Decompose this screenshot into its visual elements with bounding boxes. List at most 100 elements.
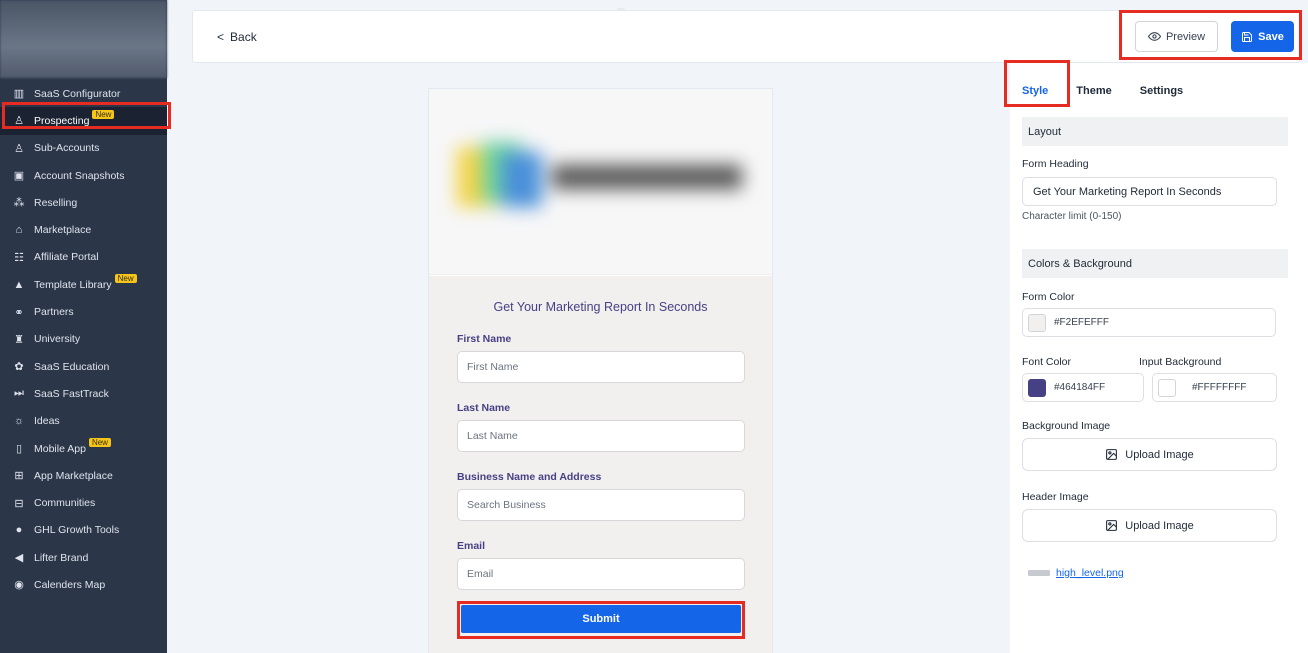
last-name-label: Last Name: [457, 402, 511, 414]
sidebar-item-label: Account Snapshots: [34, 169, 125, 182]
first-name-input[interactable]: First Name: [457, 351, 745, 383]
business-label: Business Name and Address: [457, 471, 602, 483]
sidebar-item-label: GHL Growth Tools: [34, 524, 120, 537]
calendar-icon: ◉: [14, 579, 24, 592]
sidebar-item-label: University: [34, 333, 81, 346]
font-color-picker[interactable]: #464184FF: [1022, 373, 1144, 402]
form-color-swatch: [1028, 313, 1046, 332]
file-name-link[interactable]: high_level.png: [1056, 567, 1124, 579]
sidebar-item-university[interactable]: ♜ University: [0, 326, 167, 353]
sidebar-item-label: SaaS FastTrack: [34, 387, 109, 400]
sidebar-item-label: Reselling: [34, 196, 78, 209]
template-icon: ▲: [13, 278, 25, 291]
form-color-value: #F2EFEFFF: [1054, 317, 1110, 328]
sidebar-item-label: Communities: [34, 497, 96, 510]
upload-header-image-button[interactable]: Upload Image: [1022, 509, 1277, 542]
sidebar-item-marketplace[interactable]: ⌂ Marketplace: [0, 216, 167, 243]
layout-section-header: Layout: [1022, 117, 1288, 146]
chart-icon: ▥: [13, 88, 25, 101]
grid-icon: ⊞: [14, 470, 24, 483]
sidebar-item-account-snapshots[interactable]: ▣ Account Snapshots: [0, 162, 167, 189]
sidebar-item-ideas[interactable]: ☼ Ideas: [0, 408, 167, 435]
image-icon: [1106, 520, 1118, 531]
form-heading-input[interactable]: Get Your Marketing Report In Seconds: [1022, 177, 1277, 206]
sidebar-item-label: SaaS Education: [34, 360, 110, 373]
sidebar-item-lifter-brand[interactable]: ◀ Lifter Brand: [0, 544, 167, 571]
circle-icon: ●: [15, 524, 23, 537]
form-preview-card: Get Your Marketing Report In Seconds Fir…: [428, 88, 773, 653]
sidebar-item-label: SaaS Configurator: [34, 87, 121, 100]
education-icon: ✿: [14, 361, 24, 374]
sidebar-nav: ▥ SaaS Configurator ♙ Prospecting New ♙ Sub-…: [0, 80, 167, 599]
new-badge: New: [114, 274, 137, 284]
file-thumbnail: [1028, 570, 1050, 576]
upload-background-image-button[interactable]: Upload Image: [1022, 438, 1277, 471]
header-image-label: Header Image: [1022, 491, 1089, 503]
sidebar-item-label: Lifter Brand: [34, 551, 89, 564]
sidebar-item-partners[interactable]: ⚭ Partners: [0, 298, 167, 325]
back-button[interactable]: < Back: [217, 30, 263, 44]
lightbulb-icon: ☼: [13, 415, 25, 428]
sidebar-item-communities[interactable]: ⊟ Communities: [0, 489, 167, 516]
character-limit-hint: Character limit (0-150): [1022, 211, 1122, 222]
email-label: Email: [457, 540, 486, 552]
sidebar-item-mobile-app[interactable]: ▯ Mobile App New: [0, 435, 167, 462]
sidebar: ▥ SaaS Configurator ♙ Prospecting New ♙ Sub-…: [0, 0, 167, 653]
sidebar-item-ghl-growth-tools[interactable]: ● GHL Growth Tools: [0, 517, 167, 544]
sidebar-item-label: Calenders Map: [34, 578, 106, 591]
sidebar-item-label: Template Library: [34, 278, 112, 291]
sidebar-item-label: Partners: [34, 306, 74, 319]
sidebar-item-label: Sub-Accounts: [34, 142, 100, 155]
sidebar-item-calenders-map[interactable]: ◉ Calenders Map: [0, 571, 167, 598]
chevron-left-icon: <: [217, 30, 225, 44]
bag-icon: ⌂: [15, 224, 23, 237]
highlight-box-style-tab: [1004, 60, 1070, 107]
business-search-input[interactable]: Search Business: [457, 489, 745, 521]
tab-settings[interactable]: Settings: [1140, 85, 1183, 97]
sidebar-item-label: App Marketplace: [34, 469, 113, 482]
reselling-icon: ⁂: [13, 197, 25, 210]
sidebar-item-sub-accounts[interactable]: ♙ Sub-Accounts: [0, 135, 167, 162]
megaphone-icon: ◀: [14, 552, 24, 565]
sidebar-item-saas-fasttrack[interactable]: ⏭ SaaS FastTrack: [0, 380, 167, 407]
highlight-box-prospecting: [2, 102, 171, 129]
community-icon: ⊟: [14, 497, 24, 510]
sidebar-item-affiliate-portal[interactable]: ☷ Affiliate Portal: [0, 244, 167, 271]
highlight-box-actions: [1119, 10, 1302, 60]
colors-section-header: Colors & Background: [1022, 249, 1288, 278]
form-body: Get Your Marketing Report In Seconds Fir…: [429, 276, 772, 653]
font-color-value: #464184FF: [1054, 382, 1106, 393]
group-icon: ☷: [14, 251, 24, 264]
last-name-input[interactable]: Last Name: [457, 420, 745, 452]
form-heading: Get Your Marketing Report In Seconds: [493, 300, 708, 314]
uploaded-file: high_level.png: [1028, 567, 1124, 579]
fast-forward-icon: ⏭: [14, 387, 24, 400]
sidebar-item-saas-education[interactable]: ✿ SaaS Education: [0, 353, 167, 380]
email-input[interactable]: Email: [457, 558, 745, 590]
back-label: Back: [230, 30, 257, 44]
input-background-label: Input Background: [1139, 356, 1222, 368]
upload-label: Upload Image: [1125, 448, 1194, 461]
header-image-area: [429, 89, 772, 275]
upload-label: Upload Image: [1125, 519, 1194, 532]
tab-theme[interactable]: Theme: [1076, 85, 1111, 97]
handshake-icon: ⚭: [14, 306, 24, 319]
graduation-icon: ♜: [14, 333, 24, 346]
input-background-value: #FFFFFFFF: [1192, 382, 1247, 393]
form-color-picker[interactable]: #F2EFEFFF: [1022, 308, 1276, 337]
style-panel: Style Theme Settings Layout Form Heading…: [1010, 63, 1308, 653]
new-badge: New: [88, 438, 111, 447]
sidebar-item-label: Ideas: [34, 415, 60, 428]
account-switcher-blurred[interactable]: [0, 0, 167, 78]
sidebar-item-reselling[interactable]: ⁂ Reselling: [0, 189, 167, 216]
user-icon: ♙: [14, 142, 24, 155]
form-heading-label: Form Heading: [1022, 158, 1089, 170]
snapshot-icon: ▣: [13, 170, 25, 183]
logo-image-blurred: [457, 142, 742, 207]
sidebar-item-app-marketplace[interactable]: ⊞ App Marketplace: [0, 462, 167, 489]
input-background-picker[interactable]: #FFFFFFFF: [1152, 373, 1277, 402]
sidebar-item-template-library[interactable]: ▲ Template Library New: [0, 271, 167, 298]
image-icon: [1106, 449, 1118, 460]
mobile-icon: ▯: [15, 443, 23, 455]
sidebar-item-label: Affiliate Portal: [34, 251, 99, 264]
